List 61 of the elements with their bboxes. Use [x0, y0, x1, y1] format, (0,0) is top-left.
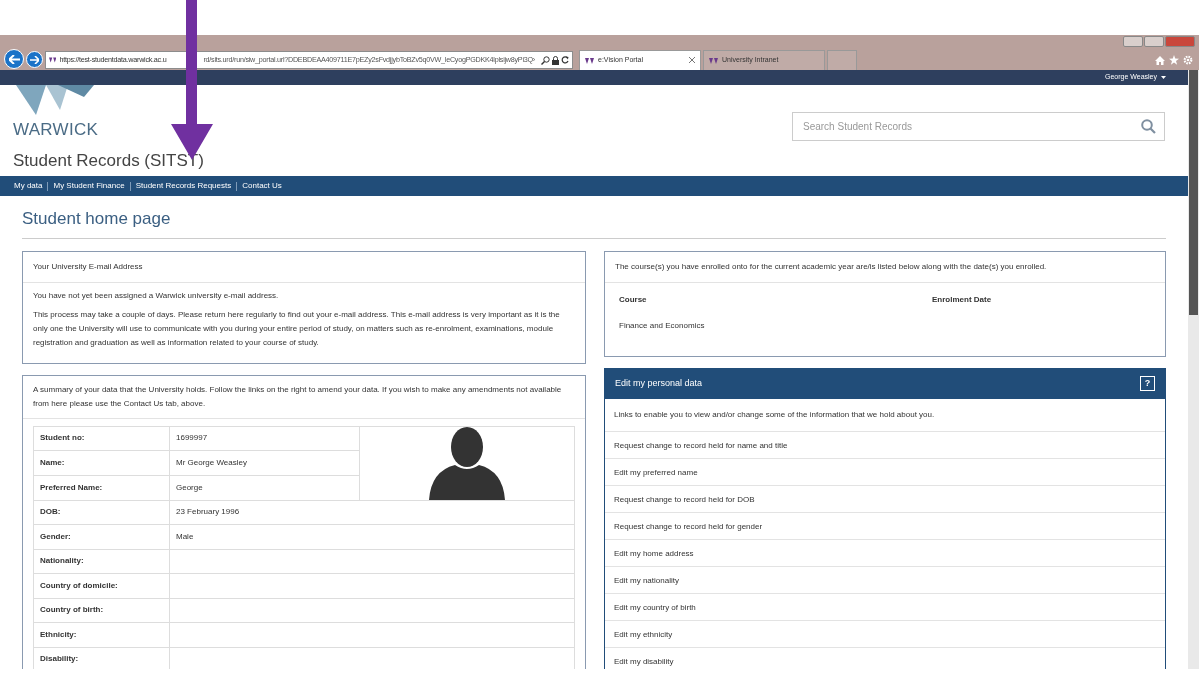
field-label: DOB: — [33, 500, 170, 525]
field-label: Nationality: — [33, 549, 170, 574]
help-button[interactable]: ? — [1140, 376, 1155, 391]
settings-icon[interactable] — [1183, 55, 1193, 65]
forward-button[interactable] — [26, 51, 43, 68]
site-title: Student Records (SITST) — [13, 152, 204, 169]
minimize-button[interactable] — [1123, 36, 1143, 47]
field-label: Name: — [33, 450, 170, 476]
star-icon[interactable] — [1169, 55, 1179, 65]
panel-title: Edit my personal data — [615, 376, 703, 390]
edit-link[interactable]: Request change to record held for name and title — [605, 430, 1165, 458]
edit-link[interactable]: Edit my nationality — [605, 565, 1165, 593]
field-value: 23 February 1996 — [169, 500, 575, 525]
logo-text: WARWICK — [13, 121, 100, 138]
field-label: Student no: — [33, 426, 170, 451]
panel-title: The course(s) you have enrolled onto for the current academic year are/is listed below along with the date(s) you enrolled. — [605, 251, 1165, 283]
nav-link[interactable]: Contact Us — [237, 180, 287, 192]
field-label: Country of birth: — [33, 598, 170, 623]
home-icon[interactable] — [1155, 55, 1165, 65]
edit-link[interactable]: Edit my preferred name — [605, 457, 1165, 485]
edit-link[interactable]: Request change to record held for DOB — [605, 484, 1165, 512]
profile-placeholder-icon — [429, 426, 505, 500]
field-label: Preferred Name: — [33, 475, 170, 500]
field-value: 1699997 — [169, 426, 360, 451]
site-icon — [49, 57, 57, 63]
maximize-button[interactable] — [1144, 36, 1164, 47]
field-value: Male — [169, 524, 575, 549]
site-icon — [709, 57, 718, 64]
refresh-icon[interactable] — [561, 56, 569, 64]
lock-icon — [552, 55, 559, 65]
panel-text: This process may take a couple of days. Please return here regularly to find out your e-mail address. This e-mail address is very important as it is the only one the University will use to communicate with you during your entire period of study, on matters such as re-enrolment, examinations, module registration and graduation as well as information related to your course of study. — [33, 308, 561, 349]
field-label: Country of domicile: — [33, 573, 170, 598]
panel-text: You have not yet been assigned a Warwick university e-mail address. — [33, 289, 280, 302]
edit-link[interactable]: Edit my home address — [605, 538, 1165, 566]
close-icon[interactable] — [689, 57, 695, 64]
logo-icon — [16, 85, 94, 115]
search-icon[interactable] — [541, 55, 550, 65]
column-header: Enrolment Date — [932, 293, 993, 306]
panel-text: Links to enable you to view and/or change some of the information that we hold about you. — [613, 408, 936, 421]
caret-icon[interactable] — [1161, 75, 1166, 79]
edit-link[interactable]: Edit my disability — [605, 646, 1165, 669]
back-arrow-icon[interactable] — [8, 54, 20, 64]
edit-link[interactable]: Request change to record held for gender — [605, 511, 1165, 539]
site-icon — [585, 57, 594, 64]
field-label: Ethnicity: — [33, 622, 170, 647]
field-label: Gender: — [33, 524, 170, 549]
nav-link[interactable]: Student Records Requests — [130, 180, 237, 192]
table-cell-text: Finance and Economics — [619, 319, 706, 332]
back-button[interactable] — [4, 49, 24, 69]
page-title: Student home page — [22, 206, 1166, 239]
edit-link[interactable]: Edit my ethnicity — [605, 619, 1165, 647]
edit-link[interactable]: Edit my country of birth — [605, 592, 1165, 620]
search-field[interactable]: Search Student Records — [792, 112, 1165, 141]
column-header: Course — [619, 293, 648, 306]
field-label: Disability: — [33, 647, 170, 669]
nav-link[interactable]: My data — [9, 180, 48, 192]
panel-text: A summary of your data that the University holds. Follow the links on the right to amend your data. If you wish to make any amendments not available from here please use the Contact Us tab, above. — [23, 375, 585, 419]
nav-link[interactable]: My Student Finance — [48, 180, 130, 192]
scrollbar[interactable] — [1188, 70, 1199, 669]
forward-arrow-icon[interactable] — [30, 55, 39, 64]
panel-title: Your University E-mail Address — [23, 251, 585, 283]
